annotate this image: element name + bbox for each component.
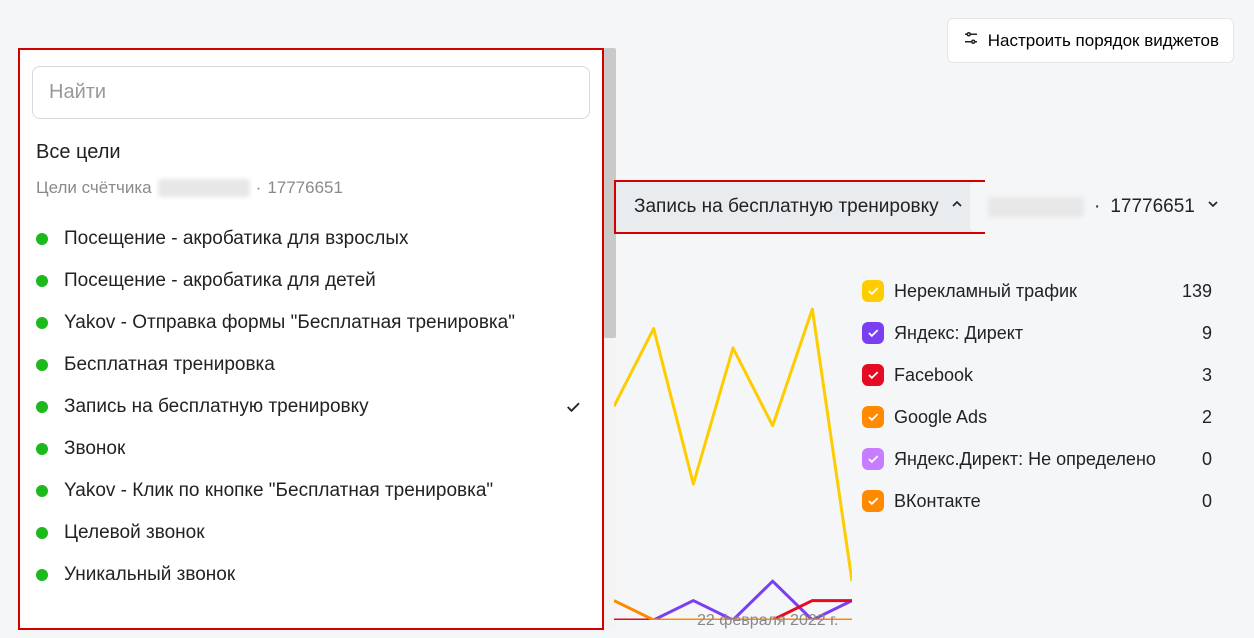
status-dot-icon	[36, 443, 48, 455]
goal-item[interactable]: Посещение - акробатика для взрослых	[32, 218, 590, 260]
legend-value: 3	[1202, 365, 1212, 386]
goal-item-label: Yakov - Отправка формы "Бесплатная трени…	[64, 312, 582, 334]
counter-subheading: Цели счётчика · 17776651	[36, 178, 586, 198]
goal-item-label: Запись на бесплатную тренировку	[64, 396, 564, 418]
goal-item[interactable]: Yakov - Клик по кнопке "Бесплатная трени…	[32, 470, 590, 512]
search-field-wrap[interactable]	[32, 66, 590, 119]
status-dot-icon	[36, 359, 48, 371]
goal-item[interactable]: Бесплатная тренировка	[32, 344, 590, 386]
status-dot-icon	[36, 569, 48, 581]
legend-value: 9	[1202, 323, 1212, 344]
legend-swatch-icon	[862, 448, 884, 470]
goal-item-label: Посещение - акробатика для взрослых	[64, 228, 582, 250]
legend-row[interactable]: Нерекламный трафик139	[862, 270, 1212, 312]
counter-id: 17776651	[267, 178, 343, 198]
legend-label: Google Ads	[894, 407, 1202, 428]
goal-item[interactable]: Уникальный звонок	[32, 554, 590, 596]
legend-swatch-icon	[862, 490, 884, 512]
traffic-chart	[614, 260, 852, 620]
search-input[interactable]	[49, 81, 573, 104]
chevron-down-icon	[1205, 196, 1221, 218]
settings-widgets-button[interactable]: Настроить порядок виджетов	[947, 18, 1234, 63]
legend-label: Facebook	[894, 365, 1202, 386]
goal-item-label: Целевой звонок	[64, 522, 582, 544]
legend-row[interactable]: Яндекс.Директ: Не определено0	[862, 438, 1212, 480]
counter-button-id: 17776651	[1110, 196, 1195, 218]
chart-legend: Нерекламный трафик139Яндекс: Директ9Face…	[862, 270, 1212, 522]
chart-x-label: 22 февраля 2022 г.	[697, 612, 838, 630]
legend-value: 0	[1202, 449, 1212, 470]
chevron-up-icon	[949, 196, 965, 218]
selected-goal-chip-highlight: Запись на бесплатную тренировку	[614, 180, 985, 234]
goal-item[interactable]: Звонок	[32, 428, 590, 470]
legend-label: Нерекламный трафик	[894, 281, 1182, 302]
legend-row[interactable]: Яндекс: Директ9	[862, 312, 1212, 354]
goal-item[interactable]: Посещение - акробатика для детей	[32, 260, 590, 302]
legend-value: 139	[1182, 281, 1212, 302]
legend-row[interactable]: Google Ads2	[862, 396, 1212, 438]
legend-swatch-icon	[862, 280, 884, 302]
counter-name-blurred-2	[988, 197, 1084, 217]
counter-select-button[interactable]: · 17776651	[970, 182, 1239, 232]
status-dot-icon	[36, 233, 48, 245]
sliders-icon	[962, 29, 980, 52]
selected-goal-label: Запись на бесплатную тренировку	[634, 196, 939, 218]
counter-prefix: Цели счётчика	[36, 178, 152, 198]
counter-name-blurred	[158, 179, 250, 197]
legend-label: Яндекс.Директ: Не определено	[894, 449, 1202, 470]
status-dot-icon	[36, 317, 48, 329]
status-dot-icon	[36, 275, 48, 287]
selected-goal-chip[interactable]: Запись на бесплатную тренировку	[616, 182, 983, 232]
goal-item[interactable]: Целевой звонок	[32, 512, 590, 554]
goal-item[interactable]: Yakov - Отправка формы "Бесплатная трени…	[32, 302, 590, 344]
legend-swatch-icon	[862, 322, 884, 344]
legend-swatch-icon	[862, 364, 884, 386]
goal-item[interactable]: Запись на бесплатную тренировку	[32, 386, 590, 428]
goal-item-label: Посещение - акробатика для детей	[64, 270, 582, 292]
status-dot-icon	[36, 527, 48, 539]
legend-label: Яндекс: Директ	[894, 323, 1202, 344]
status-dot-icon	[36, 401, 48, 413]
legend-row[interactable]: Facebook3	[862, 354, 1212, 396]
settings-widgets-label: Настроить порядок виджетов	[988, 31, 1219, 51]
all-goals-heading: Все цели	[36, 141, 586, 164]
status-dot-icon	[36, 485, 48, 497]
goal-item-label: Бесплатная тренировка	[64, 354, 582, 376]
goal-item-label: Звонок	[64, 438, 582, 460]
check-icon	[564, 398, 582, 416]
legend-value: 2	[1202, 407, 1212, 428]
goal-item-label: Уникальный звонок	[64, 564, 582, 586]
goals-dropdown-panel: Все цели Цели счётчика · 17776651 Посеще…	[18, 48, 604, 630]
goal-item-label: Yakov - Клик по кнопке "Бесплатная трени…	[64, 480, 582, 502]
legend-label: ВКонтакте	[894, 491, 1202, 512]
chart-series-line	[614, 309, 852, 581]
legend-swatch-icon	[862, 406, 884, 428]
legend-row[interactable]: ВКонтакте0	[862, 480, 1212, 522]
legend-value: 0	[1202, 491, 1212, 512]
